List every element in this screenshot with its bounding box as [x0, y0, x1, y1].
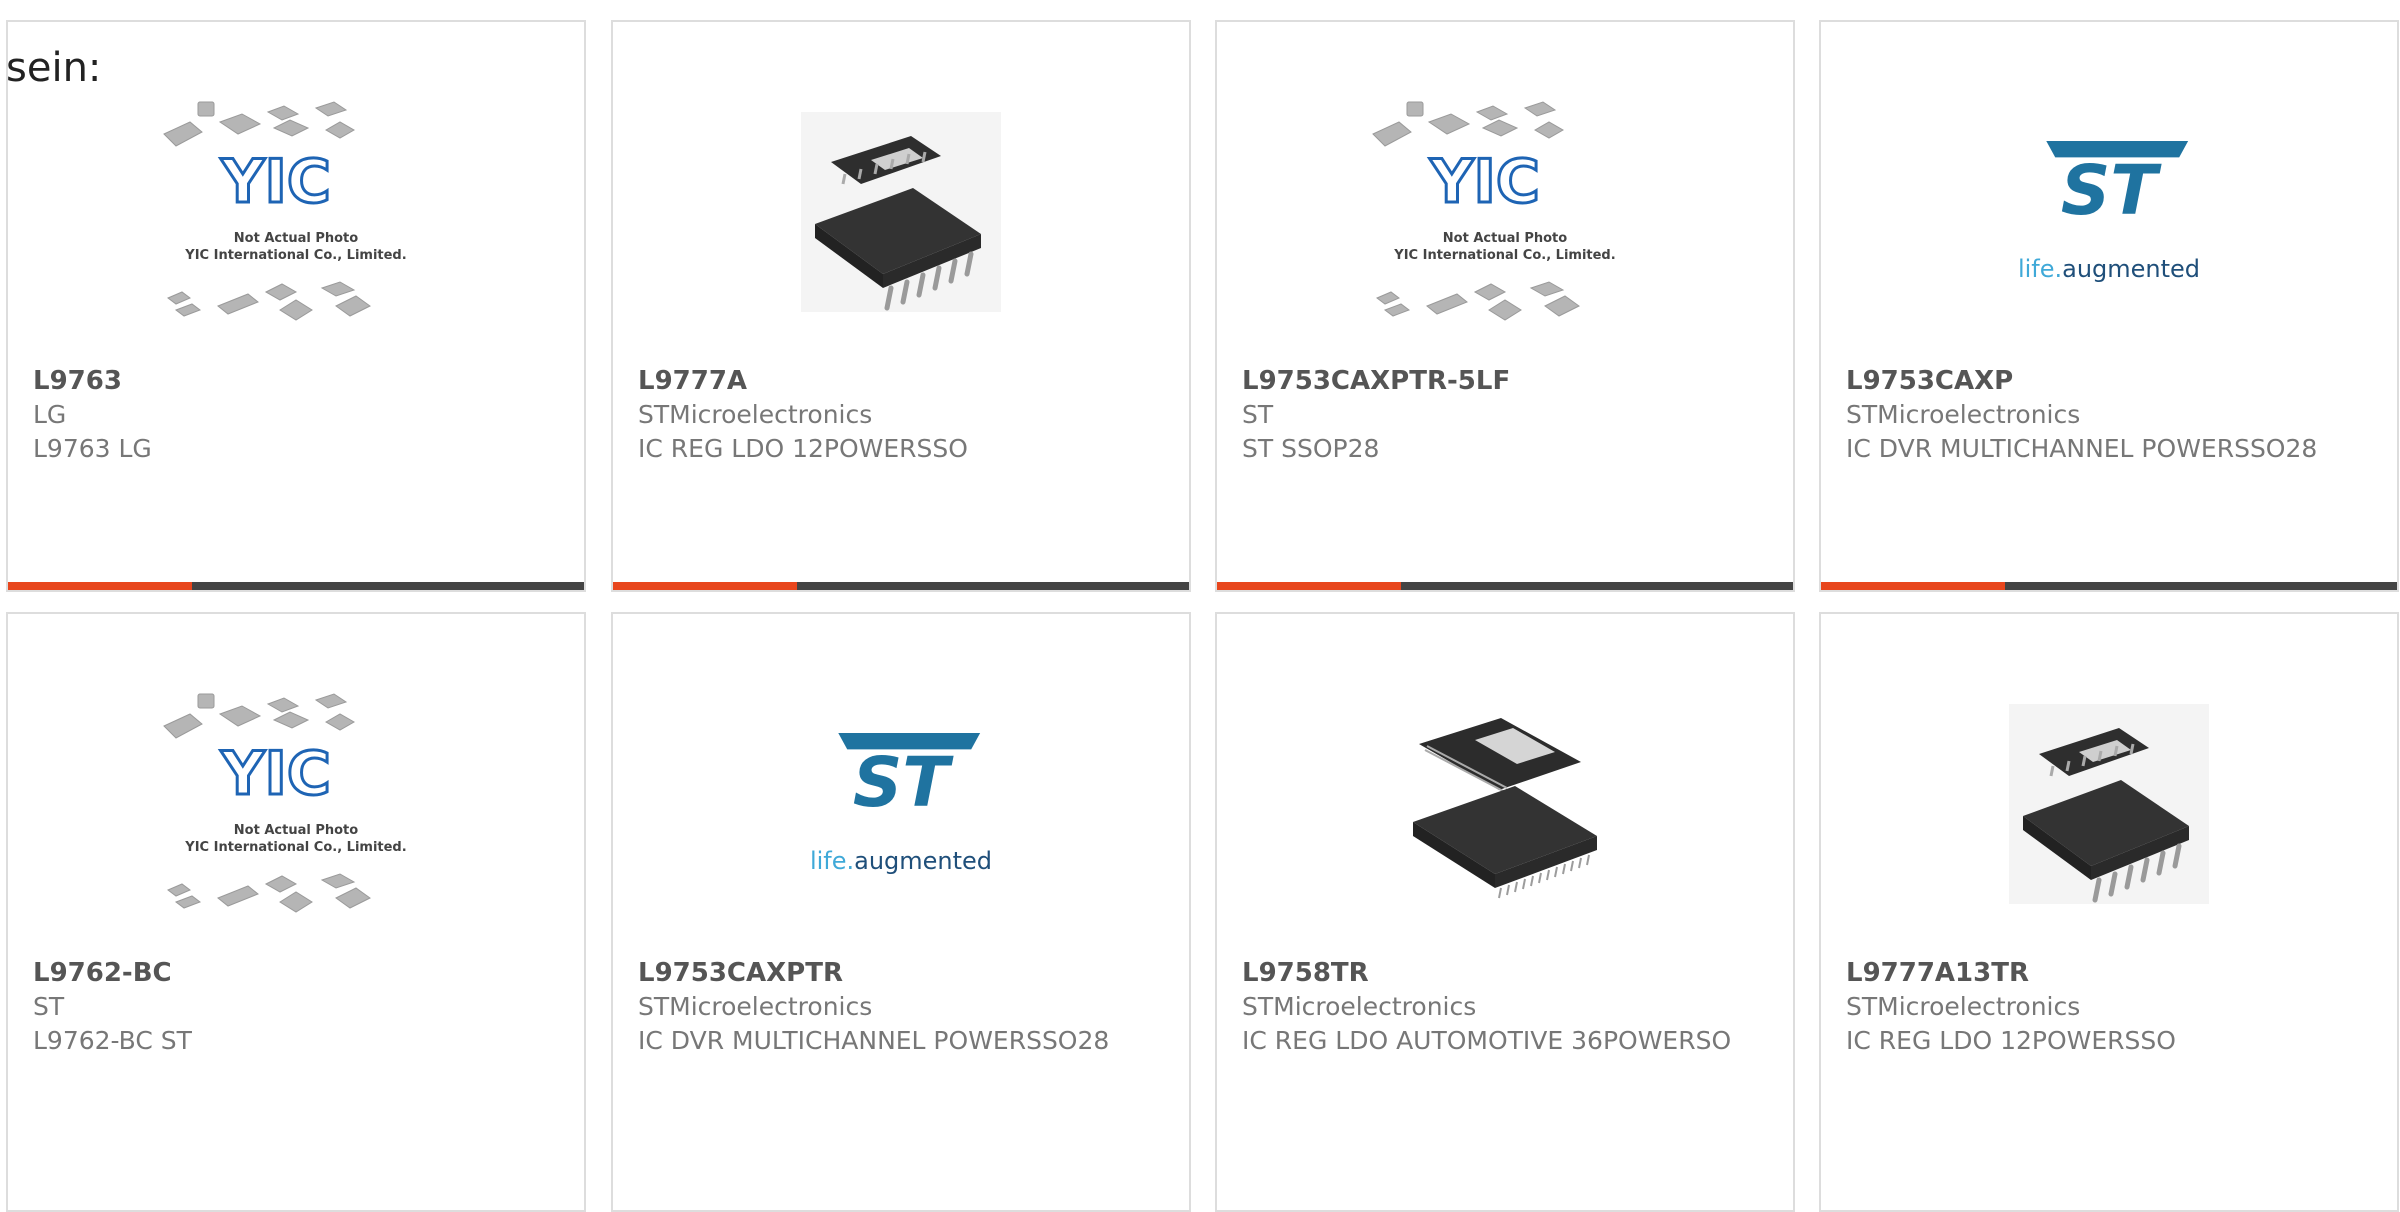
description: IC DVR MULTICHANNEL POWERSSO28	[638, 1026, 1110, 1055]
manufacturer: ST	[33, 992, 65, 1021]
manufacturer: STMicroelectronics	[1242, 992, 1477, 1021]
placeholder-caption-line2: YIC International Co., Limited.	[185, 248, 407, 263]
part-number[interactable]: L9753CAXPTR-5LF	[1242, 364, 1773, 398]
description: IC DVR MULTICHANNEL POWERSSO28	[1846, 434, 2318, 463]
manufacturer: STMicroelectronics	[638, 400, 873, 429]
product-image: Not Actual Photo YIC International Co., …	[1217, 62, 1793, 362]
part-number[interactable]: L9763	[33, 364, 564, 398]
description: IC REG LDO AUTOMOTIVE 36POWERSO	[1242, 1026, 1732, 1055]
manufacturer: LG	[33, 400, 67, 429]
placeholder-collage-icon	[146, 92, 446, 332]
chip-photo-icon	[1405, 704, 1605, 904]
manufacturer: STMicroelectronics	[1846, 400, 2081, 429]
st-logo: life.augmented	[801, 733, 1001, 875]
placeholder-caption-line2: YIC International Co., Limited.	[185, 840, 407, 855]
product-card[interactable]: Not Actual Photo YIC International Co., …	[6, 612, 586, 1212]
manufacturer: ST	[1242, 400, 1274, 429]
st-tagline-suffix: augmented	[2062, 255, 2201, 283]
manufacturer: STMicroelectronics	[1846, 992, 2081, 1021]
chip-photo-icon	[801, 112, 1001, 312]
part-number[interactable]: L9777A	[638, 364, 1169, 398]
description: ST SSOP28	[1242, 434, 1380, 463]
product-grid: Not Actual Photo YIC International Co., …	[0, 0, 2400, 1212]
description: L9763 LG	[33, 434, 152, 463]
part-number[interactable]: L9777A13TR	[1846, 956, 2377, 990]
part-number[interactable]: L9753CAXP	[1846, 364, 2377, 398]
st-tagline-prefix: life.	[809, 847, 855, 875]
chip-photo-icon	[2009, 704, 2209, 904]
placeholder-collage-icon	[146, 684, 446, 924]
product-image: life.augmented	[1821, 62, 2397, 362]
product-card[interactable]: Not Actual Photo YIC International Co., …	[1215, 20, 1795, 592]
manufacturer: STMicroelectronics	[638, 992, 873, 1021]
placeholder-caption-line2: YIC International Co., Limited.	[1394, 248, 1616, 263]
part-number[interactable]: L9758TR	[1242, 956, 1773, 990]
placeholder-caption-line1: Not Actual Photo	[233, 231, 359, 246]
st-logo-icon	[801, 733, 1001, 845]
product-card[interactable]: Not Actual Photo YIC International Co., …	[6, 20, 586, 592]
st-logo-icon	[2009, 141, 2209, 253]
product-card[interactable]: L9777A13TR STMicroelectronics IC REG LDO…	[1819, 612, 2399, 1212]
product-image	[1821, 654, 2397, 954]
st-logo: life.augmented	[2009, 141, 2209, 283]
product-image: Not Actual Photo YIC International Co., …	[8, 62, 584, 362]
placeholder-caption-line1: Not Actual Photo	[233, 823, 359, 838]
part-number[interactable]: L9762-BC	[33, 956, 564, 990]
placeholder-collage-icon	[1355, 92, 1655, 332]
st-tagline-prefix: life.	[2017, 255, 2063, 283]
description: IC REG LDO 12POWERSSO	[638, 434, 968, 463]
description: L9762-BC ST	[33, 1026, 192, 1055]
product-image: life.augmented	[613, 654, 1189, 954]
st-tagline-suffix: augmented	[854, 847, 993, 875]
product-image	[1217, 654, 1793, 954]
intro-text: sein:	[6, 45, 102, 91]
product-image	[613, 62, 1189, 362]
product-card[interactable]: L9777A STMicroelectronics IC REG LDO 12P…	[611, 20, 1191, 592]
product-card[interactable]: L9758TR STMicroelectronics IC REG LDO AU…	[1215, 612, 1795, 1212]
description: IC REG LDO 12POWERSSO	[1846, 1026, 2176, 1055]
part-number[interactable]: L9753CAXPTR	[638, 956, 1169, 990]
product-image: Not Actual Photo YIC International Co., …	[8, 654, 584, 954]
product-card[interactable]: life.augmented L9753CAXPTR STMicroelectr…	[611, 612, 1191, 1212]
product-card[interactable]: life.augmented L9753CAXP STMicroelectron…	[1819, 20, 2399, 592]
placeholder-caption-line1: Not Actual Photo	[1442, 231, 1568, 246]
